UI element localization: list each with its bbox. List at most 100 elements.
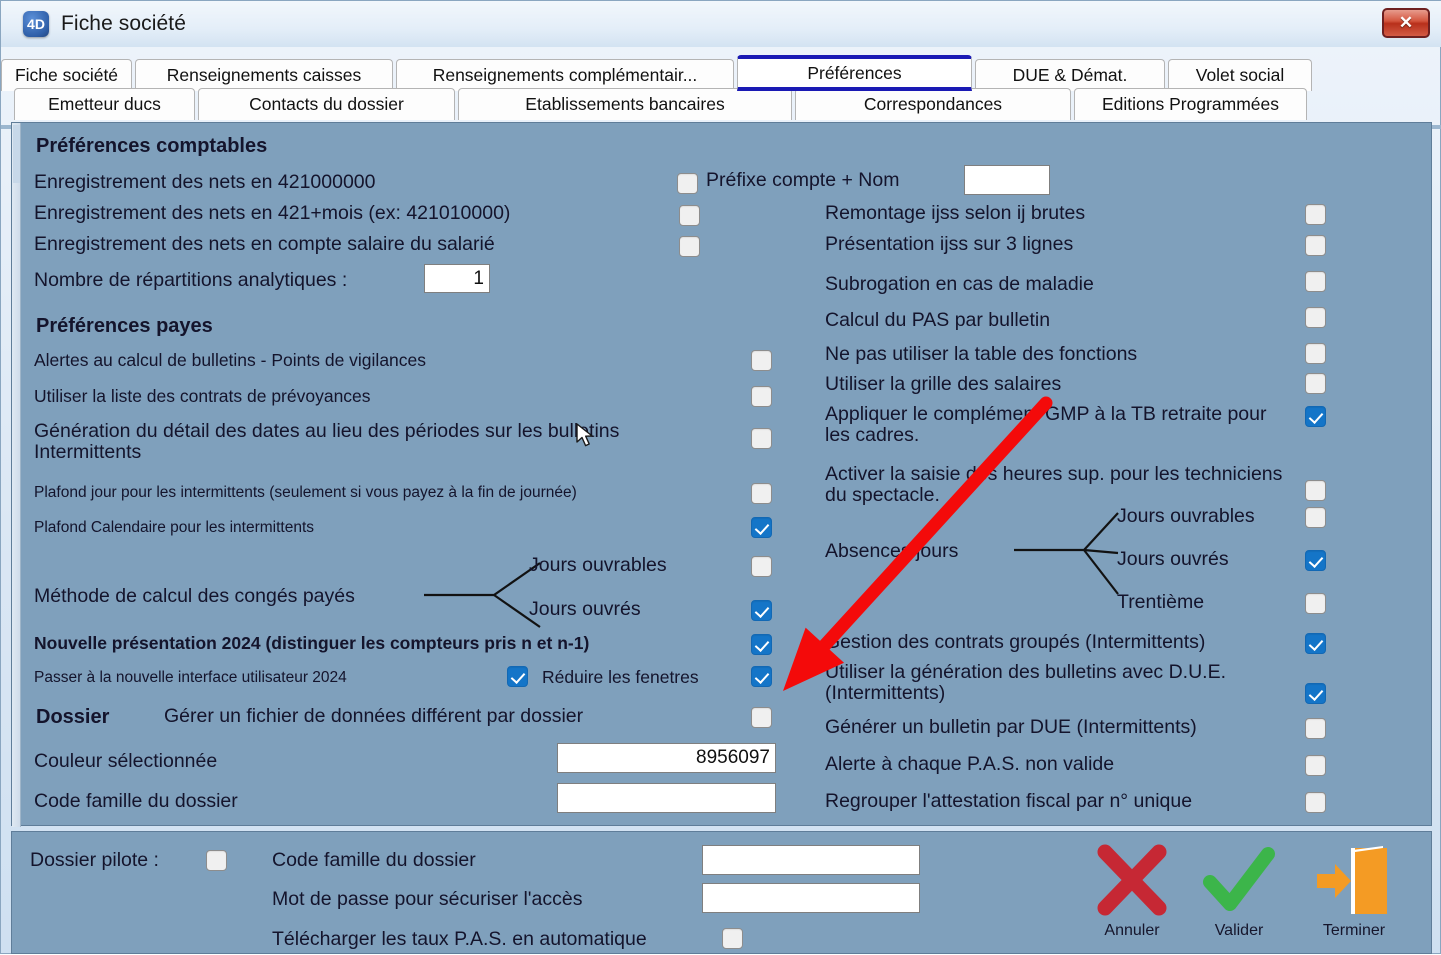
checkbox-nets-compte-salaire[interactable] bbox=[679, 236, 700, 257]
label-prefixe-compte-nom: Préfixe compte + Nom bbox=[706, 169, 900, 191]
checkbox-subrogation-maladie[interactable] bbox=[1305, 271, 1326, 292]
checkbox-complement-gmp-tb-retraite[interactable] bbox=[1305, 406, 1326, 427]
label-heures-sup-techniciens: Activer la saisie des heures sup. pour l… bbox=[825, 463, 1283, 507]
label-grille-salaires: Utiliser la grille des salaires bbox=[825, 373, 1062, 395]
checkbox-jours-ouvrables-conges[interactable] bbox=[751, 556, 772, 577]
scrollbar-thumb[interactable] bbox=[13, 125, 20, 183]
mouse-cursor bbox=[576, 423, 593, 447]
label-complement-gmp-tb-retraite: Appliquer le complément GMP à la TB retr… bbox=[825, 403, 1267, 447]
checkbox-grille-salaires[interactable] bbox=[1305, 373, 1326, 394]
checkbox-jours-ouvrables-absences[interactable] bbox=[1305, 507, 1326, 528]
validate-button-label: Valider bbox=[1214, 922, 1264, 939]
option-jours-ouvres-conges: Jours ouvrés bbox=[529, 598, 641, 620]
checkbox-ne-pas-utiliser-table-fonctions[interactable] bbox=[1305, 343, 1326, 364]
checkbox-plafond-calendaire-intermittents[interactable] bbox=[751, 517, 772, 538]
tab-editions-programmees[interactable]: Editions Programmées bbox=[1074, 88, 1307, 120]
label-remontage-ijss: Remontage ijss selon ij brutes bbox=[825, 202, 1086, 224]
checkbox-reduire-les-fenetres[interactable] bbox=[751, 666, 772, 687]
input-prefixe-compte-nom[interactable] bbox=[964, 165, 1050, 195]
label-nets-421-mois: Enregistrement des nets en 421+mois (ex:… bbox=[34, 202, 511, 224]
checkbox-presentation-ijss-3-lignes[interactable] bbox=[1305, 235, 1326, 256]
tab-correspondances[interactable]: Correspondances bbox=[795, 88, 1071, 120]
fiche-societe-window: 4D Fiche société ✕ Fiche société Renseig… bbox=[0, 0, 1441, 954]
checkbox-dossier-pilote[interactable] bbox=[206, 850, 227, 871]
tab-fiche-societe[interactable]: Fiche société bbox=[1, 59, 132, 91]
option-jours-ouvres-absences: Jours ouvrés bbox=[1117, 548, 1229, 570]
tab-strip: Fiche société Renseignements caisses Ren… bbox=[1, 47, 1441, 129]
checkbox-prefixe-compte-nom[interactable] bbox=[677, 173, 698, 194]
tab-renseignements-complementaires[interactable]: Renseignements complémentair... bbox=[396, 59, 734, 91]
bracket-absences-jours bbox=[1014, 512, 1119, 595]
checkbox-remontage-ijss[interactable] bbox=[1305, 204, 1326, 225]
finish-button[interactable]: Terminer bbox=[1302, 842, 1406, 946]
tab-contacts-du-dossier[interactable]: Contacts du dossier bbox=[198, 88, 455, 120]
finish-button-label: Terminer bbox=[1322, 922, 1386, 939]
tab-row-1: Fiche société Renseignements caisses Ren… bbox=[1, 55, 1315, 91]
label-methode-calcul-conges: Méthode de calcul des congés payés bbox=[34, 585, 355, 607]
checkbox-liste-contrats-prevoyances[interactable] bbox=[751, 386, 772, 407]
checkbox-calcul-pas-bulletin[interactable] bbox=[1305, 307, 1326, 328]
checkbox-alertes-calcul-bulletins[interactable] bbox=[751, 350, 772, 371]
app-logo-icon: 4D bbox=[23, 11, 49, 37]
checkbox-bulletin-par-due[interactable] bbox=[1305, 718, 1326, 739]
checkbox-plafond-jour-intermittents[interactable] bbox=[751, 483, 772, 504]
label-dossier-pilote: Dossier pilote : bbox=[30, 849, 159, 871]
section-preferences-payes: Préférences payes bbox=[36, 315, 213, 337]
option-jours-ouvrables-absences: Jours ouvrables bbox=[1117, 505, 1255, 527]
panel-scrollbar[interactable] bbox=[12, 123, 21, 827]
input-footer-code-famille[interactable] bbox=[702, 845, 920, 875]
tab-emetteur-ducs[interactable]: Emetteur ducs bbox=[14, 88, 195, 120]
checkbox-regrouper-attestation-fiscal[interactable] bbox=[1305, 792, 1326, 813]
label-passer-interface-2024: Passer à la nouvelle interface utilisate… bbox=[34, 669, 347, 686]
input-mot-de-passe[interactable] bbox=[702, 883, 920, 913]
preferences-panel: Préférences comptables Enregistrement de… bbox=[11, 122, 1432, 827]
label-generation-detail-dates: Génération du détail des dates au lieu d… bbox=[34, 420, 620, 464]
title-bar: 4D Fiche société ✕ bbox=[1, 1, 1441, 47]
close-icon[interactable]: ✕ bbox=[1382, 8, 1430, 38]
tab-due-demat[interactable]: DUE & Démat. bbox=[975, 59, 1165, 91]
label-dossier-heading: Dossier bbox=[36, 706, 110, 728]
footer-panel: Dossier pilote : Code famille du dossier… bbox=[11, 831, 1432, 954]
checkbox-nouvelle-presentation-2024[interactable] bbox=[751, 634, 772, 655]
checkbox-jours-ouvres-absences[interactable] bbox=[1305, 550, 1326, 571]
label-calcul-pas-bulletin: Calcul du PAS par bulletin bbox=[825, 309, 1051, 331]
tab-preferences[interactable]: Préférences bbox=[737, 55, 972, 91]
label-mot-de-passe: Mot de passe pour sécuriser l'accès bbox=[272, 888, 583, 910]
checkbox-generation-bulletins-due[interactable] bbox=[1305, 683, 1326, 704]
checkbox-contrats-groupes-intermittents[interactable] bbox=[1305, 633, 1326, 654]
label-ne-pas-utiliser-table-fonctions: Ne pas utiliser la table des fonctions bbox=[825, 343, 1138, 365]
label-plafond-calendaire-intermittents: Plafond Calendaire pour les intermittent… bbox=[34, 519, 315, 536]
label-contrats-groupes-intermittents: Gestion des contrats groupés (Intermitte… bbox=[825, 631, 1206, 653]
check-icon bbox=[1203, 847, 1275, 911]
label-regrouper-attestation-fiscal: Regrouper l'attestation fiscal par n° un… bbox=[825, 790, 1193, 812]
label-couleur-selectionnee: Couleur sélectionnée bbox=[34, 750, 218, 772]
checkbox-heures-sup-techniciens[interactable] bbox=[1305, 480, 1326, 501]
tab-etablissements-bancaires[interactable]: Etablissements bancaires bbox=[458, 88, 792, 120]
checkbox-trentieme-absences[interactable] bbox=[1305, 593, 1326, 614]
label-repartitions-analytiques: Nombre de répartitions analytiques : bbox=[34, 269, 348, 291]
exit-door-icon bbox=[1317, 846, 1387, 914]
cancel-button[interactable]: Annuler bbox=[1080, 842, 1184, 946]
checkbox-generation-detail-dates[interactable] bbox=[751, 428, 772, 449]
label-footer-code-famille: Code famille du dossier bbox=[272, 849, 476, 871]
checkbox-telecharger-taux-pas[interactable] bbox=[722, 928, 743, 949]
input-couleur-selectionnee[interactable]: 8956097 bbox=[557, 743, 776, 773]
checkbox-passer-interface-2024[interactable] bbox=[507, 666, 528, 687]
input-code-famille-dossier[interactable] bbox=[557, 783, 776, 813]
checkbox-jours-ouvres-conges[interactable] bbox=[751, 600, 772, 621]
input-repartitions-analytiques[interactable]: 1 bbox=[424, 264, 490, 293]
tab-volet-social[interactable]: Volet social bbox=[1168, 59, 1312, 91]
label-subrogation-maladie: Subrogation en cas de maladie bbox=[825, 273, 1094, 295]
label-nets-421000000: Enregistrement des nets en 421000000 bbox=[34, 171, 376, 193]
label-reduire-les-fenetres: Réduire les fenetres bbox=[542, 667, 699, 687]
label-plafond-jour-intermittents: Plafond jour pour les intermittents (seu… bbox=[34, 484, 577, 501]
tab-renseignements-caisses[interactable]: Renseignements caisses bbox=[135, 59, 393, 91]
checkbox-nets-421-mois[interactable] bbox=[679, 205, 700, 226]
checkbox-alerte-pas-non-valide[interactable] bbox=[1305, 755, 1326, 776]
validate-button[interactable]: Valider bbox=[1187, 842, 1291, 946]
section-preferences-comptables: Préférences comptables bbox=[36, 135, 268, 157]
label-bulletin-par-due: Générer un bulletin par DUE (Intermitten… bbox=[825, 716, 1197, 738]
option-jours-ouvrables-conges: Jours ouvrables bbox=[529, 554, 667, 576]
checkbox-gerer-fichier-donnees[interactable] bbox=[751, 707, 772, 728]
label-generation-bulletins-due: Utiliser la génération des bulletins ave… bbox=[825, 661, 1227, 705]
